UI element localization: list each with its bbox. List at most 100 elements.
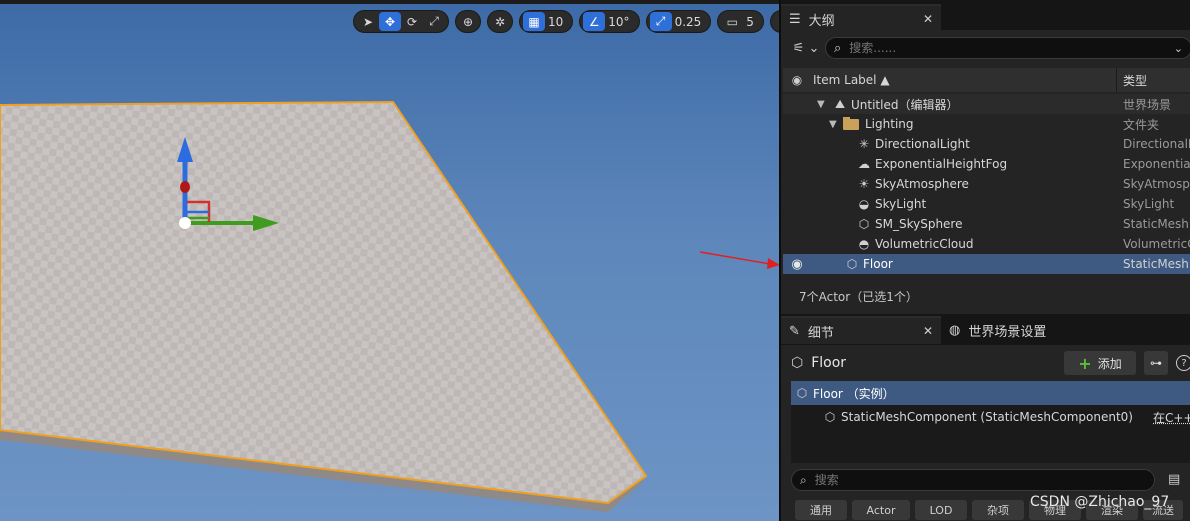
tree-row-actor[interactable]: ⬡ SM_SkySphere StaticMesh xyxy=(783,214,1190,234)
world-settings-tab-label: 世界场景设置 xyxy=(968,324,1047,340)
actor-name: Floor xyxy=(811,355,847,371)
tree-row-actor[interactable]: ◒ SkyLight SkyLight xyxy=(783,194,1190,214)
tree-row-actor[interactable]: ☀ SkyAtmosphere SkyAtmosp xyxy=(783,174,1190,194)
details-search-box[interactable]: ⌕ xyxy=(791,469,1155,491)
static-mesh-component-icon: ⬡ xyxy=(824,410,836,424)
rotation-snap-group: ∠ 10° xyxy=(579,10,640,33)
component-row-root[interactable]: ⬡ Floor （实例） xyxy=(791,381,1190,405)
tab-world-settings[interactable]: ◍ 世界场景设置 xyxy=(941,316,1054,344)
close-icon[interactable]: ✕ xyxy=(923,12,933,26)
viewport-scene xyxy=(0,100,779,512)
visibility-column-icon[interactable]: ◉ xyxy=(783,73,811,87)
tree-item-type: 世界场景 xyxy=(1123,97,1172,112)
tree-item-label: SkyAtmosphere xyxy=(875,177,969,191)
tree-item-label: Floor xyxy=(863,257,893,271)
viewport-layout-group: ⊞ xyxy=(769,10,779,33)
outliner-tab-row: ☰ 大纲 ✕ xyxy=(781,2,1190,32)
tree-item-label: SkyLight xyxy=(875,197,927,211)
folder-icon xyxy=(843,117,859,130)
expand-arrow-icon[interactable]: ▼ xyxy=(829,119,841,130)
scale-tool-icon[interactable]: ⤢ xyxy=(423,12,445,31)
help-icon[interactable]: ? xyxy=(1176,355,1190,371)
add-component-button[interactable]: + 添加 xyxy=(1064,351,1136,375)
static-mesh-icon: ⬡ xyxy=(858,217,870,231)
column-item-label[interactable]: Item Label ▲ xyxy=(811,68,1117,92)
world-icon: ⛰ xyxy=(834,96,846,111)
rotation-snap-icon[interactable]: ∠ xyxy=(583,12,606,31)
component-row[interactable]: ⬡ StaticMeshComponent (StaticMeshCompone… xyxy=(791,405,1190,429)
details-header: ⬡ Floor + 添加 ⊶ ? xyxy=(791,350,1190,376)
blueprint-icon[interactable]: ⊶ xyxy=(1144,351,1168,375)
category-general[interactable]: 通用 xyxy=(795,500,847,520)
tree-row-folder[interactable]: ▼ Lighting 文件夹 xyxy=(783,114,1190,134)
viewport-toolbar: ➤ ✥ ⟳ ⤢ ⊕ ✲ ▦ 10 ∠ 10° ⤢ 0.25 ▭ 5 ⊞ xyxy=(353,10,779,33)
surface-snap-group: ✲ xyxy=(487,10,513,33)
tree-item-type: SkyAtmosp xyxy=(1123,177,1190,191)
outliner-search-input[interactable] xyxy=(849,41,1174,55)
grid-snap-value[interactable]: 10 xyxy=(545,15,569,29)
select-mode-icon[interactable]: ➤ xyxy=(357,12,379,31)
expand-arrow-icon[interactable]: ▼ xyxy=(817,99,829,110)
category-misc[interactable]: 杂项 xyxy=(972,500,1024,520)
property-matrix-icon[interactable]: ▤ xyxy=(1168,472,1180,487)
watermark: CSDN @Zhichao_97 xyxy=(1030,494,1170,510)
tree-row-floor[interactable]: ◉ ⬡ Floor StaticMesh xyxy=(783,254,1190,274)
sky-atmosphere-icon: ☀ xyxy=(858,177,870,191)
scale-snap-value[interactable]: 0.25 xyxy=(672,15,708,29)
tree-item-type: DirectionalL xyxy=(1123,137,1190,151)
sky-light-icon: ◒ xyxy=(858,197,870,211)
details-search-input[interactable] xyxy=(814,473,965,487)
translate-tool-icon[interactable]: ✥ xyxy=(379,12,401,31)
outliner-search-box[interactable]: ⌕ ⌄ xyxy=(825,37,1190,59)
fog-icon: ☁ xyxy=(858,157,870,171)
tab-outliner[interactable]: ☰ 大纲 ✕ xyxy=(781,4,941,32)
tree-name-cell: ☁ ExponentialHeightFog xyxy=(811,157,1117,171)
tree-item-type: StaticMesh xyxy=(1123,257,1189,271)
outliner-tab-label: 大纲 xyxy=(808,13,835,29)
rotate-tool-icon[interactable]: ⟳ xyxy=(401,12,423,31)
component-label: Floor （实例） xyxy=(813,386,895,401)
tree-name-cell: ⬡ Floor xyxy=(811,257,1117,271)
world-space-icon[interactable]: ⊕ xyxy=(457,12,479,31)
column-type[interactable]: 类型 xyxy=(1117,72,1147,89)
filter-icon[interactable]: ⚟ ⌄ xyxy=(787,37,825,59)
right-dock: ☰ 大纲 ✕ ⚟ ⌄ ⌕ ⌄ ◉ Item Label ▲ 类型 ▼ ⛰ xyxy=(779,0,1190,521)
camera-speed-value[interactable]: 5 xyxy=(743,15,760,29)
level-viewport[interactable]: ➤ ✥ ⟳ ⤢ ⊕ ✲ ▦ 10 ∠ 10° ⤢ 0.25 ▭ 5 ⊞ xyxy=(0,0,779,521)
actor-count: 7个Actor（已选1个） xyxy=(799,290,918,304)
tree-row-world[interactable]: ▼ ⛰ Untitled（编辑器） 世界场景 xyxy=(783,94,1190,114)
grid-snap-icon[interactable]: ▦ xyxy=(523,12,545,31)
scale-snap-group: ⤢ 0.25 xyxy=(645,10,712,33)
transform-tools-group: ➤ ✥ ⟳ ⤢ xyxy=(353,10,449,33)
component-label: StaticMeshComponent (StaticMeshComponent… xyxy=(841,410,1133,424)
cpp-link[interactable]: 在C++ xyxy=(1153,409,1190,426)
close-icon[interactable]: ✕ xyxy=(923,324,933,338)
add-label: 添加 xyxy=(1097,356,1122,371)
tree-row-actor[interactable]: ☁ ExponentialHeightFog Exponential xyxy=(783,154,1190,174)
tree-name-cell: ⬡ SM_SkySphere xyxy=(811,217,1117,231)
static-mesh-icon: ⬡ xyxy=(796,386,808,400)
viewport-layout-icon[interactable]: ⊞ xyxy=(772,12,779,31)
tree-item-label: SM_SkySphere xyxy=(875,217,963,231)
details-tab-label: 细节 xyxy=(807,325,834,341)
camera-speed-icon[interactable]: ▭ xyxy=(721,12,743,31)
tree-name-cell: ▼ Lighting xyxy=(811,117,1117,131)
category-lod[interactable]: LOD xyxy=(915,500,967,520)
tree-name-cell: ▼ ⛰ Untitled（编辑器） xyxy=(811,96,1117,113)
surface-snapping-icon[interactable]: ✲ xyxy=(489,12,511,31)
chevron-down-icon[interactable]: ⌄ xyxy=(1174,42,1183,55)
outliner-panel: ⚟ ⌄ ⌕ ⌄ ◉ Item Label ▲ 类型 ▼ ⛰ Untitled（编… xyxy=(781,30,1190,315)
tree-item-label: Untitled（编辑器） xyxy=(851,97,959,112)
category-actor[interactable]: Actor xyxy=(852,500,910,520)
eye-icon[interactable]: ◉ xyxy=(783,257,811,272)
component-tree: ⬡ Floor （实例） ⬡ StaticMeshComponent (Stat… xyxy=(791,381,1190,463)
rotation-snap-value[interactable]: 10° xyxy=(605,15,635,29)
tree-row-actor[interactable]: ◓ VolumetricCloud VolumetricC xyxy=(783,234,1190,254)
volumetric-cloud-icon: ◓ xyxy=(858,237,870,251)
details-tab-row: ✎ 细节 ✕ ◍ 世界场景设置 xyxy=(781,314,1190,344)
tree-name-cell: ◓ VolumetricCloud xyxy=(811,237,1117,251)
tab-details[interactable]: ✎ 细节 ✕ xyxy=(781,316,941,344)
tree-name-cell: ☀ SkyAtmosphere xyxy=(811,177,1117,191)
tree-row-actor[interactable]: ✳ DirectionalLight DirectionalL xyxy=(783,134,1190,154)
scale-snap-icon[interactable]: ⤢ xyxy=(649,12,672,31)
